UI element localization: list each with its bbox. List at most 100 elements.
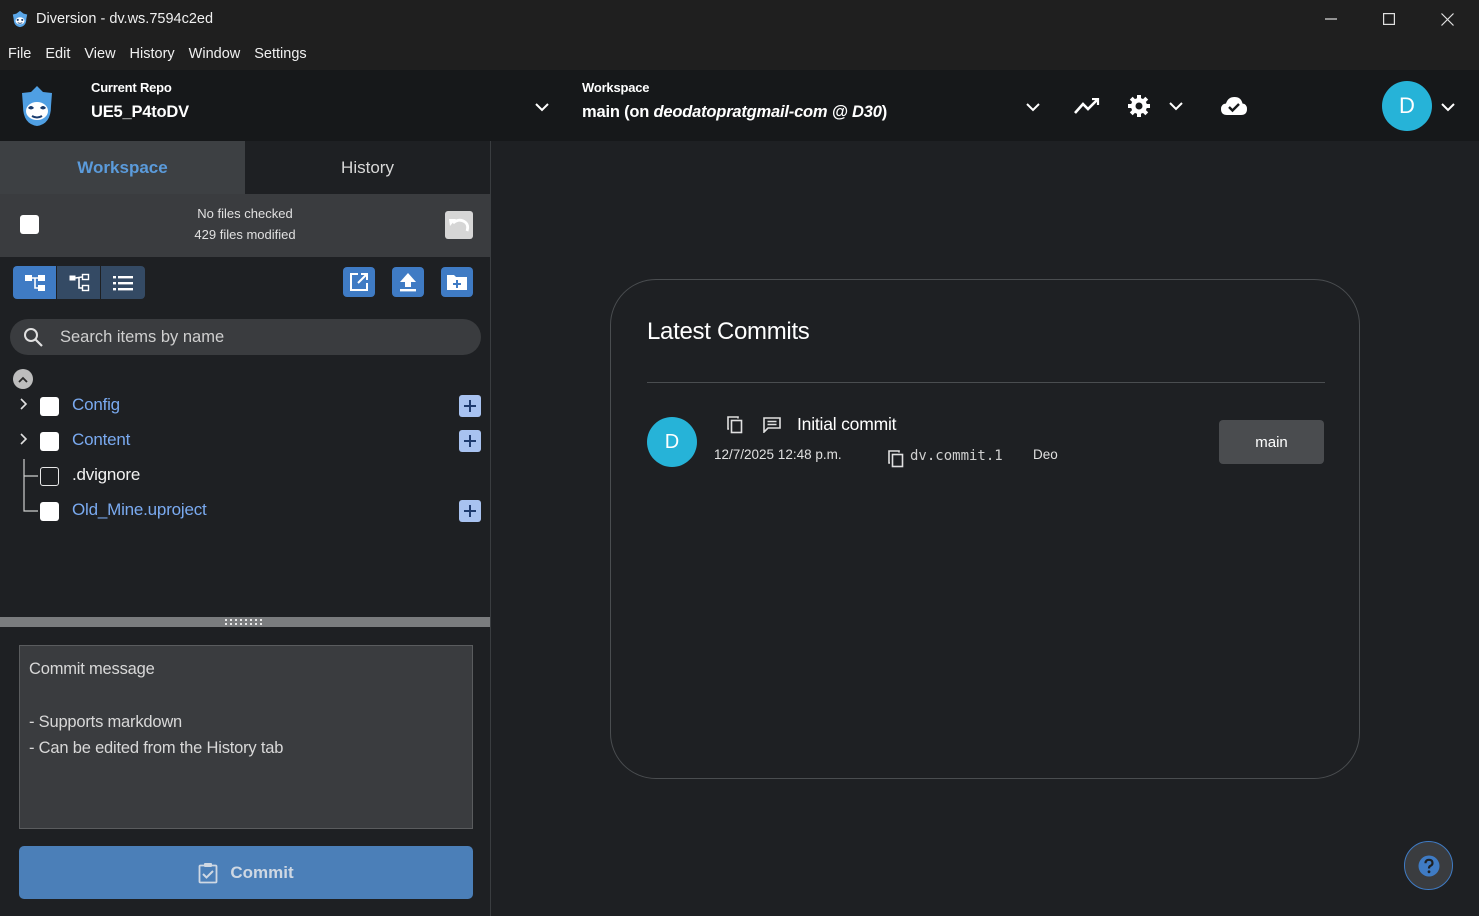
chevron-right-icon[interactable] [18, 397, 28, 411]
workspace-label: Workspace [582, 80, 650, 95]
menu-edit[interactable]: Edit [38, 46, 77, 62]
tree-item-config[interactable]: Config [0, 388, 490, 423]
chevron-right-icon[interactable] [18, 432, 28, 446]
minimize-button[interactable] [1302, 0, 1360, 38]
tree-item-content[interactable]: Content [0, 423, 490, 458]
maximize-button[interactable] [1360, 0, 1418, 38]
tree-view-button[interactable] [13, 266, 57, 299]
tab-history[interactable]: History [245, 141, 490, 194]
clipboard-check-icon [198, 862, 218, 883]
current-repo-label: Current Repo [91, 80, 172, 95]
upload-icon [400, 273, 416, 292]
upload-button[interactable] [392, 267, 424, 297]
commit-date: 12/7/2025 12:48 p.m. [714, 447, 842, 462]
open-in-new-icon [350, 273, 368, 291]
tree-item-dvignore[interactable]: .dvignore [0, 458, 490, 493]
user-avatar[interactable]: D [1382, 81, 1432, 131]
commit-button[interactable]: Commit [19, 846, 473, 899]
add-button[interactable] [459, 500, 481, 522]
chevron-down-icon [1441, 102, 1455, 111]
workspace-suffix: ) [881, 103, 888, 121]
latest-commits-title: Latest Commits [647, 318, 810, 345]
files-status-bar: No files checked 429 files modified [0, 194, 490, 257]
help-button[interactable] [1404, 841, 1453, 890]
commit-author: Deo [1033, 447, 1058, 462]
panel-splitter[interactable] [0, 617, 490, 627]
tree-item-name[interactable]: Content [72, 430, 130, 450]
diversion-logo-icon [12, 10, 28, 28]
search-input[interactable] [60, 327, 460, 347]
copy-icon[interactable] [727, 416, 743, 434]
title-bar: Diversion - dv.ws.7594c2ed [0, 0, 1479, 38]
branch-badge[interactable]: main [1219, 420, 1324, 464]
tree-item-name[interactable]: Old_Mine.uproject [72, 500, 207, 520]
commit-message-placeholder: Commit message [29, 660, 155, 678]
menu-file[interactable]: File [1, 46, 38, 62]
tree-item-name[interactable]: .dvignore [72, 465, 140, 485]
tree-item-checkbox[interactable] [40, 467, 59, 486]
commit-id: dv.commit.1 [910, 448, 1003, 464]
workspace-prefix: (on [624, 103, 654, 121]
repo-dropdown-button[interactable] [530, 96, 554, 118]
menu-view[interactable]: View [77, 46, 122, 62]
commit-message-hint-history: - Can be edited from the History tab [29, 739, 284, 757]
collapse-all-button[interactable] [13, 369, 33, 389]
commit-message-hint-markdown: - Supports markdown [29, 712, 183, 731]
menu-window[interactable]: Window [182, 46, 248, 62]
add-button[interactable] [459, 430, 481, 452]
plus-icon [464, 400, 476, 412]
menu-history[interactable]: History [123, 46, 182, 62]
maximize-icon [1383, 13, 1395, 25]
divider [647, 382, 1325, 383]
trending-up-icon [1074, 98, 1100, 114]
close-icon [1440, 12, 1454, 26]
files-checked-text: No files checked [197, 206, 293, 221]
commit-button-label: Commit [230, 862, 294, 882]
menu-bar: File Edit View History Window Settings [0, 38, 1479, 70]
workspace-owner: deodatopratgmail-com @ D30 [653, 103, 882, 121]
chevron-down-icon [1026, 102, 1040, 111]
workspace-branch: main [582, 103, 620, 121]
revert-button[interactable] [445, 211, 473, 239]
tree-item-name[interactable]: Config [72, 395, 120, 415]
user-menu-button[interactable] [1436, 96, 1460, 118]
tree-view-icon [24, 274, 45, 291]
cloud-sync-button[interactable] [1219, 94, 1249, 118]
commit-message: Initial commit [797, 414, 897, 434]
tree-item-checkbox[interactable] [40, 502, 59, 521]
tree-item-checkbox[interactable] [40, 432, 59, 451]
minimize-icon [1325, 18, 1337, 20]
tree-outline-icon [69, 273, 89, 291]
sloth-logo-icon [22, 86, 52, 126]
activity-button[interactable] [1073, 94, 1101, 118]
commit-author-avatar: D [647, 417, 697, 467]
settings-menu-button[interactable] [1127, 92, 1183, 120]
open-external-button[interactable] [343, 267, 375, 297]
top-bar: Current Repo UE5_P4toDV Workspace main (… [0, 70, 1479, 141]
view-mode-group [13, 266, 145, 299]
modified-tree-view-button[interactable] [57, 266, 101, 299]
add-button[interactable] [459, 395, 481, 417]
workspace-dropdown-button[interactable] [1021, 96, 1045, 118]
new-folder-button[interactable] [441, 267, 473, 297]
menu-settings[interactable]: Settings [247, 46, 313, 62]
window-title: Diversion - dv.ws.7594c2ed [36, 11, 214, 27]
search-icon [24, 328, 43, 347]
copy-id-icon[interactable] [888, 450, 904, 468]
left-panel: Workspace History No files checked 429 f… [0, 141, 491, 916]
main-panel: Latest Commits D Initial commit 12/7/202… [491, 141, 1479, 916]
tree-item-checkbox[interactable] [40, 397, 59, 416]
undo-icon [449, 218, 470, 232]
plus-icon [464, 435, 476, 447]
chevron-down-icon [535, 102, 549, 111]
workspace-name: main (on deodatopratgmail-com @ D30) [582, 103, 887, 122]
commit-message-field[interactable]: Commit message - Supports markdown - Can… [19, 645, 473, 829]
comment-icon[interactable] [763, 417, 781, 433]
tree-item-uproject[interactable]: Old_Mine.uproject [0, 493, 490, 528]
close-button[interactable] [1418, 0, 1476, 38]
tab-workspace[interactable]: Workspace [0, 141, 245, 194]
list-view-button[interactable] [101, 266, 145, 299]
latest-commits-card: Latest Commits D Initial commit 12/7/202… [610, 279, 1360, 779]
chevron-up-icon [18, 376, 28, 383]
repo-name: UE5_P4toDV [91, 103, 189, 121]
